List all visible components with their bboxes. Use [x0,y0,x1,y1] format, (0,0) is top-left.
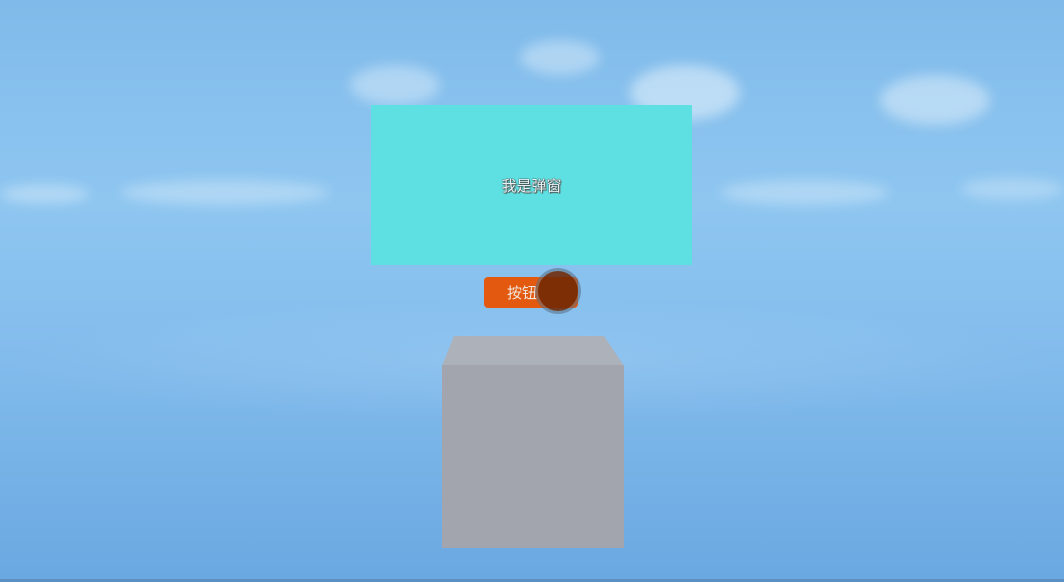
cube-front-face [442,365,624,548]
popup-panel: 我是弹窗 [371,105,692,265]
cloud [120,180,330,205]
popup-text: 我是弹窗 [501,176,562,195]
action-button-label: 按钮 [506,284,537,302]
gaze-cursor-icon [538,271,578,311]
cloud [520,40,600,75]
sky-scene: 我是弹窗 按钮 [0,0,1064,582]
cloud [960,178,1064,200]
cloud [350,65,440,105]
cloud [880,75,990,125]
cube-top-face [442,336,624,366]
cloud [720,180,890,205]
cloud [0,185,90,203]
